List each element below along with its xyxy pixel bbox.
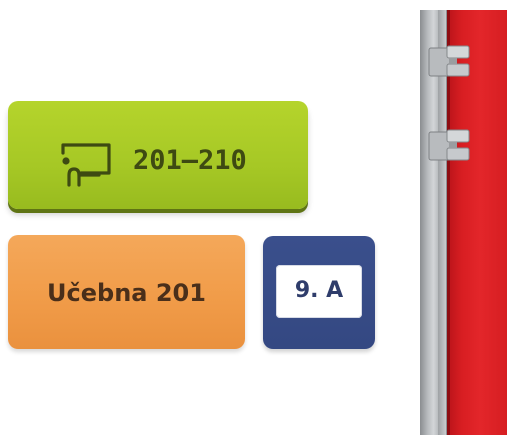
photo-scene: 201–210 Učebna 201 9. A	[0, 0, 507, 435]
teacher-at-board-icon	[61, 143, 111, 187]
door-hinge-icon	[428, 129, 470, 161]
class-label: 9. A	[294, 278, 344, 303]
room-range-sign: 201–210	[8, 101, 308, 209]
room-range-label: 201–210	[133, 145, 247, 176]
class-sign: 9. A	[263, 236, 375, 349]
classroom-label: Učebna 201	[47, 279, 206, 307]
door-hinge-icon	[428, 45, 470, 77]
class-label-card: 9. A	[276, 265, 362, 318]
classroom-sign: Učebna 201	[8, 235, 245, 349]
